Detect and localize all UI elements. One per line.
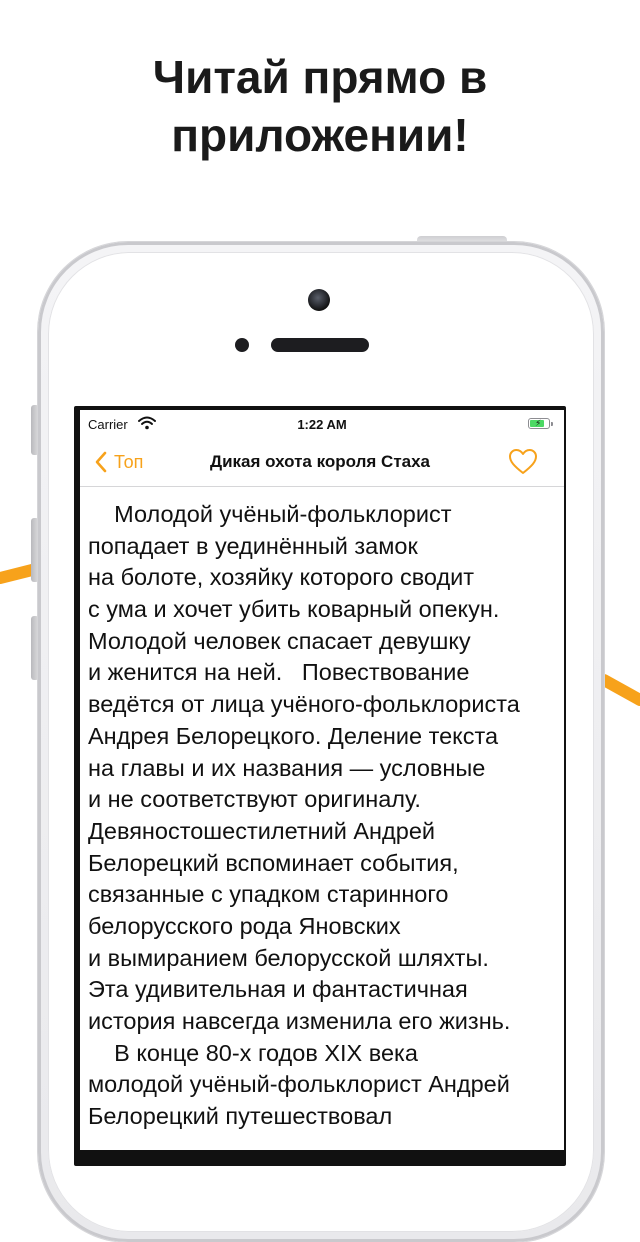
back-button[interactable]: Топ: [94, 448, 143, 476]
reader-line: с ума и хочет убить коварный опекун.: [88, 596, 500, 623]
proximity-sensor: [235, 338, 249, 352]
reader-line: Белорецкий путешествовал: [88, 1103, 393, 1130]
front-camera-icon: [308, 289, 330, 311]
book-title: Дикая охота короля Стаха: [209, 452, 431, 471]
status-time: 1:22 AM: [297, 417, 347, 432]
reader-line: связанные с упадком старинного: [88, 881, 449, 908]
chevron-left-icon: [95, 451, 107, 473]
reader-line: Белорецкий вспоминает события,: [88, 849, 459, 876]
reader-line: Молодой человек спасает девушку: [88, 627, 471, 654]
heart-outline-icon[interactable]: [508, 448, 538, 476]
reader-line: молодой учёный-фольклорист Андрей: [88, 1071, 510, 1098]
promo-headline: Читай прямо в приложении!: [0, 48, 640, 164]
promo-headline-line-1: Читай прямо в: [152, 51, 488, 103]
reader-line: на болоте, хозяйку которого сводит: [88, 564, 475, 591]
reader-line: Девяностошестилетний Андрей: [88, 817, 436, 844]
battery-icon: ⚡: [528, 418, 553, 429]
reader-line: история навсегда изменила его жизнь.: [88, 1008, 511, 1034]
status-bar: Carrier 1:22 AM ⚡: [80, 410, 564, 438]
battery-tip: [551, 422, 553, 426]
reader-line: ведётся от лица учёного-фольклориста: [88, 691, 520, 718]
reader-text: Молодой учёный-фольклорист попадает в уед…: [88, 499, 558, 1133]
reader-line: белорусского рода Яновских: [88, 912, 401, 939]
app-screen: Carrier 1:22 AM ⚡ Топ Дикая охота короля…: [80, 410, 564, 1150]
reader-line: В конце 80-х годов XIX века: [88, 1039, 418, 1066]
reader-line: Эта удивительная и фантастичная: [88, 976, 468, 1003]
promo-headline-line-2: приложении!: [171, 109, 469, 161]
reader-line: и не соответствуют оригиналу.: [88, 786, 421, 813]
reader-line: попадает в уединённый замок: [88, 532, 418, 559]
reader-line: Андрея Белорецкого. Деление текста: [88, 722, 499, 749]
charging-bolt-icon: ⚡: [535, 418, 542, 428]
reader-line: на главы и их названия — условные: [88, 754, 486, 781]
reader-line: и вымиранием белорусской шляхты.: [88, 944, 489, 971]
reader-line: и женится на ней. Повествование: [88, 659, 470, 686]
earpiece-speaker: [271, 338, 369, 352]
back-button-label: Топ: [114, 451, 144, 472]
navigation-bar: Топ Дикая охота короля Стаха: [80, 438, 564, 487]
reader-line: Молодой учёный-фольклорист: [88, 501, 452, 527]
